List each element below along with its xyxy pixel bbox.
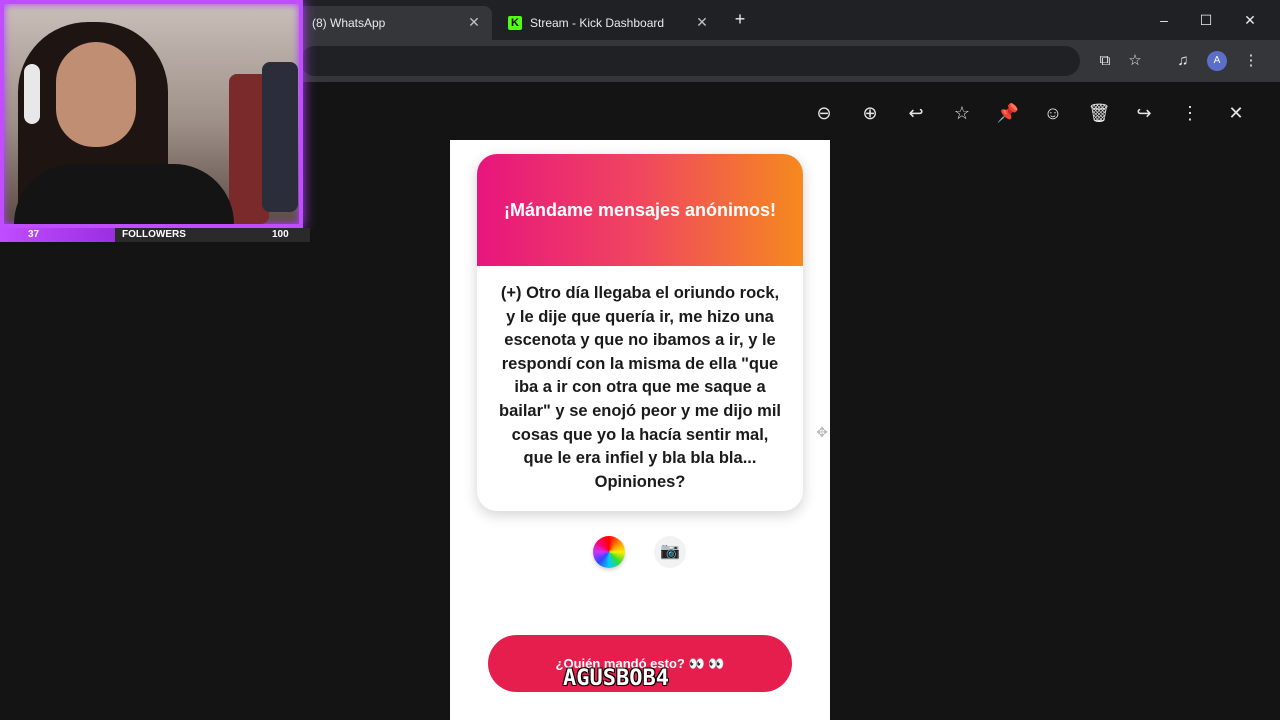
message-line: escenota y que no ibamos a ir, y le [504, 331, 776, 350]
tab-whatsapp[interactable]: (8) WhatsApp ✕ [296, 6, 492, 40]
followers-goal: 100 [272, 229, 289, 240]
followers-label: FOLLOWERS [122, 229, 186, 240]
window-close-icon[interactable]: ✕ [1238, 8, 1262, 32]
profile-avatar[interactable]: A [1207, 51, 1227, 71]
card-header: ¡Mándame mensajes anónimos! [477, 154, 803, 266]
more-icon[interactable]: ⋮ [1177, 100, 1203, 126]
emoji-icon[interactable]: ☺ [1040, 100, 1066, 126]
minimize-icon[interactable]: – [1152, 8, 1176, 32]
maximize-icon[interactable]: ☐ [1194, 8, 1218, 32]
url-field[interactable] [300, 46, 1080, 76]
message-image: ¡Mándame mensajes anónimos! (+) Otro día… [450, 140, 830, 720]
anonymous-message-card: ¡Mándame mensajes anónimos! (+) Otro día… [477, 154, 803, 511]
reply-icon[interactable]: ↩ [903, 100, 929, 126]
pin-icon[interactable]: 📌 [995, 100, 1021, 126]
browser-menu-icon[interactable]: ⋮ [1240, 50, 1262, 72]
webcam-overlay [0, 0, 303, 228]
headset-icon [24, 64, 40, 124]
message-line: que le era infiel y bla bla bla... [523, 449, 757, 468]
followers-current: 37 [28, 229, 40, 240]
move-cursor-icon: ✥ [816, 424, 828, 440]
camera-icon[interactable]: 📷 [654, 536, 686, 568]
message-line: Opiniones? [594, 472, 686, 491]
close-icon[interactable]: ✕ [1223, 100, 1249, 126]
tab-title: (8) WhatsApp [312, 16, 386, 30]
message-text: (+) Otro día llegaba el oriundo rock, y … [487, 282, 793, 494]
forward-icon[interactable]: ↪ [1131, 100, 1157, 126]
streamer-body [14, 164, 234, 224]
tab-title: Stream - Kick Dashboard [530, 16, 665, 30]
message-line: respondí con la misma de ella "que [501, 354, 779, 373]
streamer-watermark: AGUSBOB4 [563, 666, 669, 691]
message-line: iba a ir con otra que me saque a [514, 378, 766, 397]
media-control-icon[interactable]: ♫ [1172, 50, 1194, 72]
message-line: (+) Otro día llegaba el oriundo rock, [500, 284, 780, 302]
message-line: cosas que yo la hacía sentir mal, [511, 425, 769, 444]
message-line: bailar" y se enojó peor y me dijo mil [499, 401, 781, 420]
new-tab-button[interactable]: + [730, 9, 750, 29]
kick-logo-icon: K [508, 16, 522, 30]
followers-goal-bar: 37 FOLLOWERS 100 [0, 228, 310, 242]
zoom-in-icon[interactable]: ⊕ [857, 100, 883, 126]
delete-icon[interactable]: 🗑 [1086, 100, 1112, 126]
followers-progress-fill [0, 228, 115, 242]
screen: (8) WhatsApp ✕ K Stream - Kick Dashboard… [0, 0, 1280, 720]
zoom-out-icon[interactable]: ⊖ [811, 100, 837, 126]
tab-close-icon[interactable]: ✕ [694, 14, 710, 30]
tab-close-icon[interactable]: ✕ [466, 14, 482, 30]
color-picker-icon[interactable] [593, 536, 625, 568]
background-jacket [262, 62, 298, 212]
install-app-icon[interactable]: ⧉ [1094, 50, 1116, 72]
message-line: y le dije que quería ir, me hizo una [506, 307, 774, 326]
tab-kick-dashboard[interactable]: K Stream - Kick Dashboard ✕ [498, 6, 720, 40]
star-icon[interactable]: ☆ [949, 100, 975, 126]
card-header-title: ¡Mándame mensajes anónimos! [503, 199, 777, 220]
streamer-face [56, 42, 136, 147]
bookmark-star-icon[interactable]: ☆ [1124, 50, 1146, 72]
